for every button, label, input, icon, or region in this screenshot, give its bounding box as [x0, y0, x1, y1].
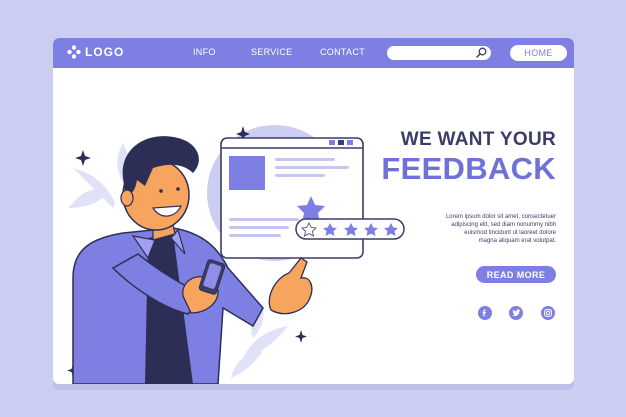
navbar: LOGO INFO SERVICE CONTACT HOME — [53, 38, 574, 68]
twitter-link[interactable] — [509, 306, 523, 320]
nav-item-service[interactable]: SERVICE — [251, 47, 292, 57]
review-card — [220, 137, 364, 259]
diamond-dots-icon — [67, 45, 81, 59]
body-text-line: adipiscing elit, sed diam nonummy nibh — [451, 222, 556, 228]
body-text-line: euismod tincidunt ut laoreet dolore — [464, 230, 556, 236]
read-more-button[interactable]: READ MORE — [476, 266, 556, 283]
nav-item-contact[interactable]: CONTACT — [320, 47, 365, 57]
headline-line1: WE WANT YOUR — [400, 129, 556, 150]
headline-line2: FEEDBACK — [381, 151, 556, 186]
body-text-line: Lorem ipsum dolor sit amet, consectetuer — [445, 214, 556, 220]
facebook-icon — [482, 309, 486, 317]
twitter-icon — [511, 309, 520, 316]
body-text: Lorem ipsum dolor sit amet, consectetuer… — [416, 213, 556, 245]
logo-text: LOGO — [85, 45, 125, 59]
logo[interactable]: LOGO — [67, 45, 124, 59]
facebook-link[interactable] — [478, 306, 492, 320]
star-rating[interactable] — [295, 218, 405, 240]
landing-page-window: LOGO INFO SERVICE CONTACT HOME WE WANT Y… — [53, 38, 574, 384]
instagram-link[interactable] — [541, 306, 555, 320]
search-icon[interactable] — [476, 47, 487, 58]
instagram-icon — [544, 309, 552, 317]
body-text-line: magna aliquam erat volutpat. — [478, 238, 556, 244]
feedback-illustration — [67, 125, 405, 384]
home-button[interactable]: HOME — [510, 45, 567, 61]
nav-item-info[interactable]: INFO — [193, 47, 216, 57]
